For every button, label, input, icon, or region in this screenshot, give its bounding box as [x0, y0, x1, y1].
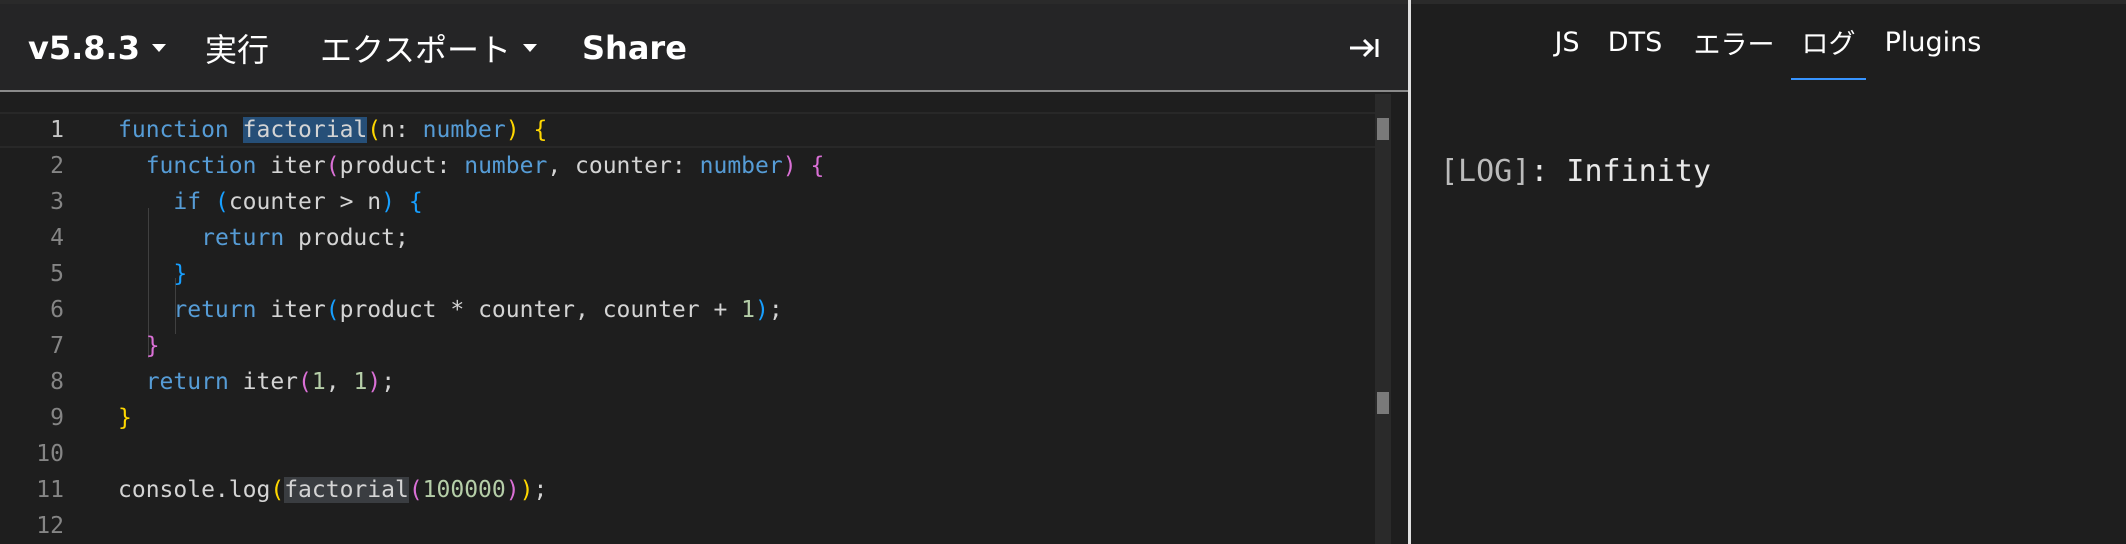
- line-code: function factorial(n: number) {: [118, 117, 548, 143]
- line-number: 4: [50, 225, 64, 251]
- share-button[interactable]: Share: [582, 4, 687, 92]
- code-editor[interactable]: 1 function factorial(n: number) { 2 func…: [0, 94, 1408, 544]
- line-code: }: [145, 333, 160, 359]
- code-line[interactable]: 7 }: [0, 328, 1375, 364]
- code-line[interactable]: 11 console.log(factorial(100000));: [0, 472, 1375, 508]
- code-line[interactable]: 8 return iter(1, 1);: [0, 364, 1375, 400]
- version-label: v5.8.3: [28, 29, 140, 67]
- tab-plugins[interactable]: Plugins: [1883, 4, 1983, 80]
- line-code: return iter(1, 1);: [145, 369, 396, 395]
- code-line[interactable]: 6 return iter(product * counter, counter…: [0, 292, 1375, 328]
- tab-label: JS: [1554, 26, 1580, 58]
- line-number: 5: [50, 261, 64, 287]
- arrow-to-right-icon[interactable]: [1346, 34, 1382, 62]
- code-line[interactable]: 12: [0, 508, 1375, 544]
- export-label: エクスポート: [320, 31, 512, 69]
- line-code: }: [118, 405, 132, 431]
- tab-label: エラー: [1693, 29, 1775, 61]
- line-number: 7: [50, 333, 64, 359]
- tab-label: ログ: [1801, 28, 1856, 60]
- line-code: console.log(factorial(100000));: [118, 477, 548, 503]
- chevron-down-icon: [523, 44, 538, 52]
- tab-errors[interactable]: エラー: [1692, 4, 1776, 80]
- line-number: 8: [50, 369, 64, 395]
- run-label: 実行: [205, 31, 270, 69]
- tab-js[interactable]: JS: [1549, 4, 1585, 80]
- line-code: return iter(product * counter, counter +…: [173, 297, 783, 323]
- editor-pane: v5.8.3 実行 エクスポート Share 1 function factor…: [0, 4, 1408, 544]
- line-number: 3: [50, 189, 64, 215]
- code-line[interactable]: 2 function iter(product: number, counter…: [0, 148, 1375, 184]
- toolbar: v5.8.3 実行 エクスポート Share: [0, 4, 1408, 92]
- line-code: }: [173, 261, 188, 287]
- line-number: 9: [50, 405, 64, 431]
- line-number: 1: [50, 117, 64, 143]
- output-pane: JS DTS エラー ログ Plugins [LOG]: Infinity: [1411, 4, 2126, 544]
- line-number: 11: [36, 477, 64, 503]
- line-code: if (counter > n) {: [173, 189, 423, 215]
- version-dropdown[interactable]: v5.8.3: [28, 4, 166, 92]
- code-line[interactable]: 10: [0, 436, 1375, 472]
- tab-label: Plugins: [1884, 26, 1982, 58]
- code-line[interactable]: 5 }: [0, 256, 1375, 292]
- log-message: : Infinity: [1530, 154, 1711, 189]
- share-label: Share: [582, 29, 687, 67]
- line-number: 6: [50, 297, 64, 323]
- tab-dts[interactable]: DTS: [1607, 4, 1663, 80]
- scrollbar-marker: [1377, 392, 1389, 414]
- run-button[interactable]: 実行: [205, 4, 269, 92]
- tab-logs[interactable]: ログ: [1791, 4, 1866, 80]
- code-line[interactable]: 3 if (counter > n) {: [0, 184, 1375, 220]
- code-line[interactable]: 1 function factorial(n: number) {: [0, 112, 1375, 148]
- line-code: function iter(product: number, counter: …: [145, 153, 825, 179]
- code-line[interactable]: 9 }: [0, 400, 1375, 436]
- tab-label: DTS: [1607, 26, 1663, 58]
- line-code: return product;: [201, 225, 409, 251]
- code-line[interactable]: 4 return product;: [0, 220, 1375, 256]
- chevron-down-icon: [151, 44, 166, 52]
- log-entry: [LOG]: Infinity: [1440, 154, 1711, 189]
- editor-scrollbar[interactable]: [1375, 94, 1391, 544]
- export-dropdown[interactable]: エクスポート: [320, 4, 538, 92]
- line-number: 2: [50, 153, 64, 179]
- output-tabs: JS DTS エラー ログ Plugins: [1411, 4, 2126, 84]
- scrollbar-marker: [1377, 118, 1389, 140]
- line-number: 12: [36, 513, 64, 539]
- log-prefix: [LOG]: [1440, 154, 1531, 189]
- line-number: 10: [36, 441, 64, 467]
